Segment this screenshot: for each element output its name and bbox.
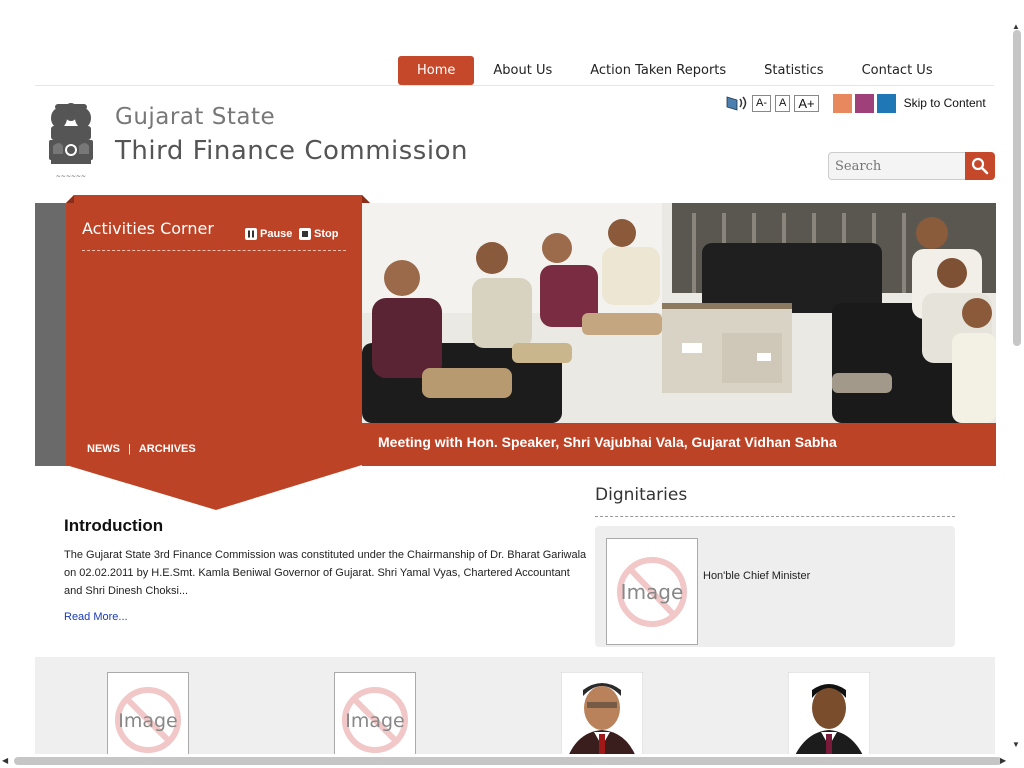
no-image-placeholder-icon[interactable]: Image: [334, 672, 416, 760]
link-separator: |: [128, 443, 131, 455]
nav-contact-us[interactable]: Contact Us: [843, 56, 952, 85]
font-normal-button[interactable]: A: [775, 94, 791, 112]
speaker-icon[interactable]: [725, 93, 749, 113]
pause-label: Pause: [260, 228, 293, 240]
site-title-line2: Third Finance Commission: [115, 136, 468, 166]
search-input[interactable]: [828, 152, 966, 180]
banner-photo: [362, 203, 996, 423]
scroll-right-arrow-icon[interactable]: ▶: [1000, 756, 1006, 765]
skip-to-content-link[interactable]: Skip to Content: [904, 96, 986, 110]
activities-title: Activities Corner: [82, 219, 214, 238]
scroll-down-arrow-icon[interactable]: ▼: [1012, 740, 1020, 749]
svg-text:Image: Image: [345, 710, 405, 732]
intro-body: The Gujarat State 3rd Finance Commission…: [64, 549, 587, 597]
news-link[interactable]: NEWS: [87, 443, 120, 455]
svg-text:~~~~~~: ~~~~~~: [56, 173, 86, 180]
svg-text:Image: Image: [118, 710, 178, 732]
svg-text:Image: Image: [621, 580, 684, 604]
theme-blue-swatch[interactable]: [876, 93, 896, 113]
nav-about-us[interactable]: About Us: [474, 56, 571, 85]
no-image-placeholder-icon[interactable]: Image: [606, 538, 698, 645]
vertical-scrollbar-thumb[interactable]: [1013, 30, 1021, 346]
horizontal-scrollbar-thumb[interactable]: [14, 757, 1002, 765]
dignitary-name: Hon'ble Chief Minister: [703, 570, 811, 582]
activities-links: NEWS | ARCHIVES: [87, 443, 196, 455]
state-emblem-icon: ~~~~~~: [49, 103, 93, 180]
nav-home[interactable]: Home: [398, 55, 475, 85]
theme-orange-swatch[interactable]: [832, 93, 852, 113]
scroll-left-arrow-icon[interactable]: ◀: [2, 756, 8, 765]
font-increase-button[interactable]: A+: [794, 94, 819, 112]
dignitaries-divider: [595, 516, 955, 517]
pause-button[interactable]: Pause: [245, 228, 292, 240]
portrait-photo[interactable]: [561, 672, 643, 760]
no-image-placeholder-icon[interactable]: Image: [107, 672, 189, 760]
scroll-up-arrow-icon[interactable]: ▲: [1012, 22, 1020, 31]
nav-statistics[interactable]: Statistics: [745, 56, 842, 85]
intro-heading: Introduction: [64, 516, 164, 535]
dignitaries-heading: Dignitaries: [595, 485, 688, 505]
stop-icon: [299, 228, 311, 240]
activities-corner-panel: [66, 195, 370, 510]
read-more-link[interactable]: Read More...: [64, 611, 128, 623]
nav-divider: [35, 85, 994, 86]
accessibility-toolbar: A- A A+ Skip to Content: [725, 93, 986, 113]
activities-divider: [82, 250, 346, 251]
pause-icon: [245, 228, 257, 240]
theme-purple-swatch[interactable]: [854, 93, 874, 113]
stop-button[interactable]: Stop: [299, 228, 338, 240]
portrait-photo[interactable]: [788, 672, 870, 760]
banner-caption: Meeting with Hon. Speaker, Shri Vajubhai…: [378, 434, 837, 450]
main-nav: Home About Us Action Taken Reports Stati…: [398, 55, 952, 85]
archives-link[interactable]: ARCHIVES: [139, 443, 196, 455]
font-decrease-button[interactable]: A-: [752, 94, 771, 112]
search-button[interactable]: [965, 152, 995, 180]
page-frame: Home About Us Action Taken Reports Stati…: [25, 20, 1004, 760]
search-icon: [971, 157, 989, 175]
site-title-line1: Gujarat State: [115, 104, 276, 130]
stop-label: Stop: [314, 228, 339, 240]
nav-action-taken-reports[interactable]: Action Taken Reports: [571, 56, 745, 85]
